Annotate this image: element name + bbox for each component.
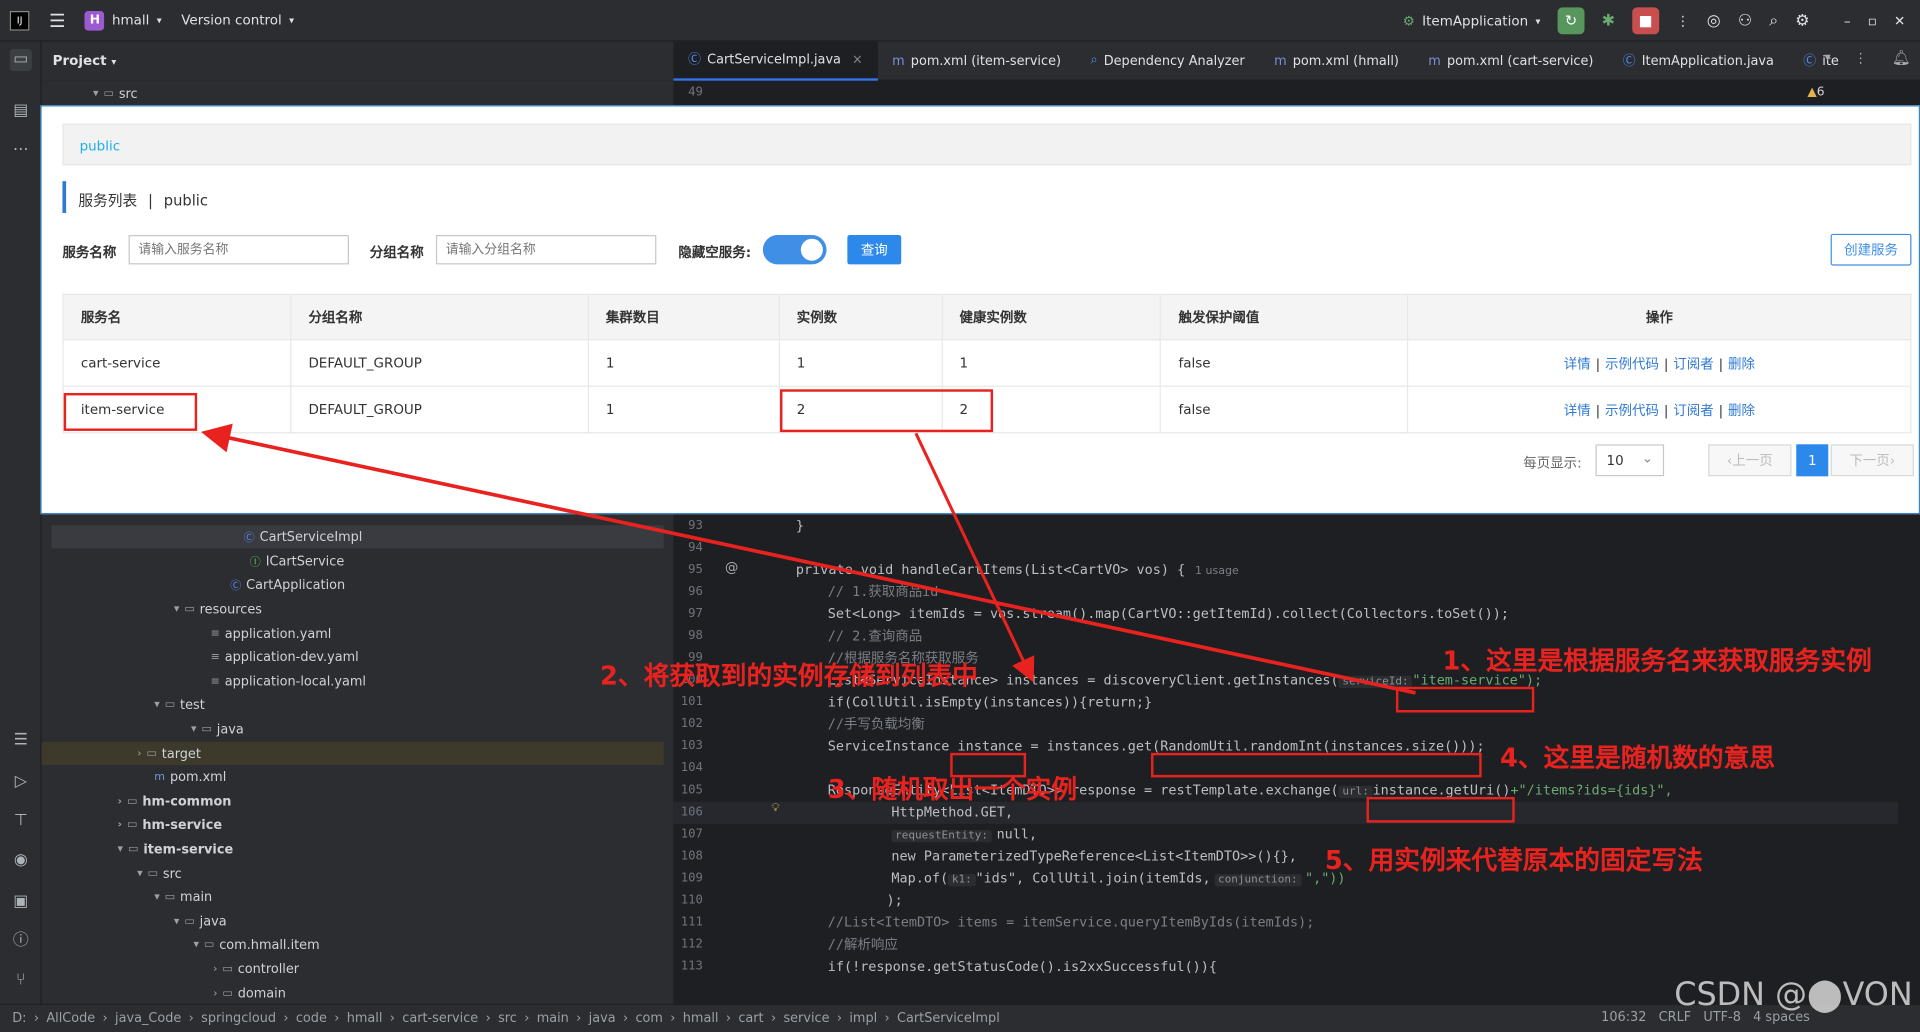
annotation-5: 5、用实例来代替原本的固定写法: [1324, 845, 1703, 876]
annotation-2: 2、将获取到的实例存储到列表中: [600, 661, 978, 691]
annotation-1: 1、这里是根据服务名来获取服务实例: [1442, 646, 1872, 676]
annotation-4: 4、这里是随机数的意思: [1500, 743, 1776, 773]
annotation-3: 3、随机取出一个实例: [827, 774, 1078, 805]
arrow-1: [200, 423, 1416, 695]
arrow-2: [914, 432, 1035, 683]
watermark: CSDN @⬤VON: [1674, 976, 1913, 1014]
